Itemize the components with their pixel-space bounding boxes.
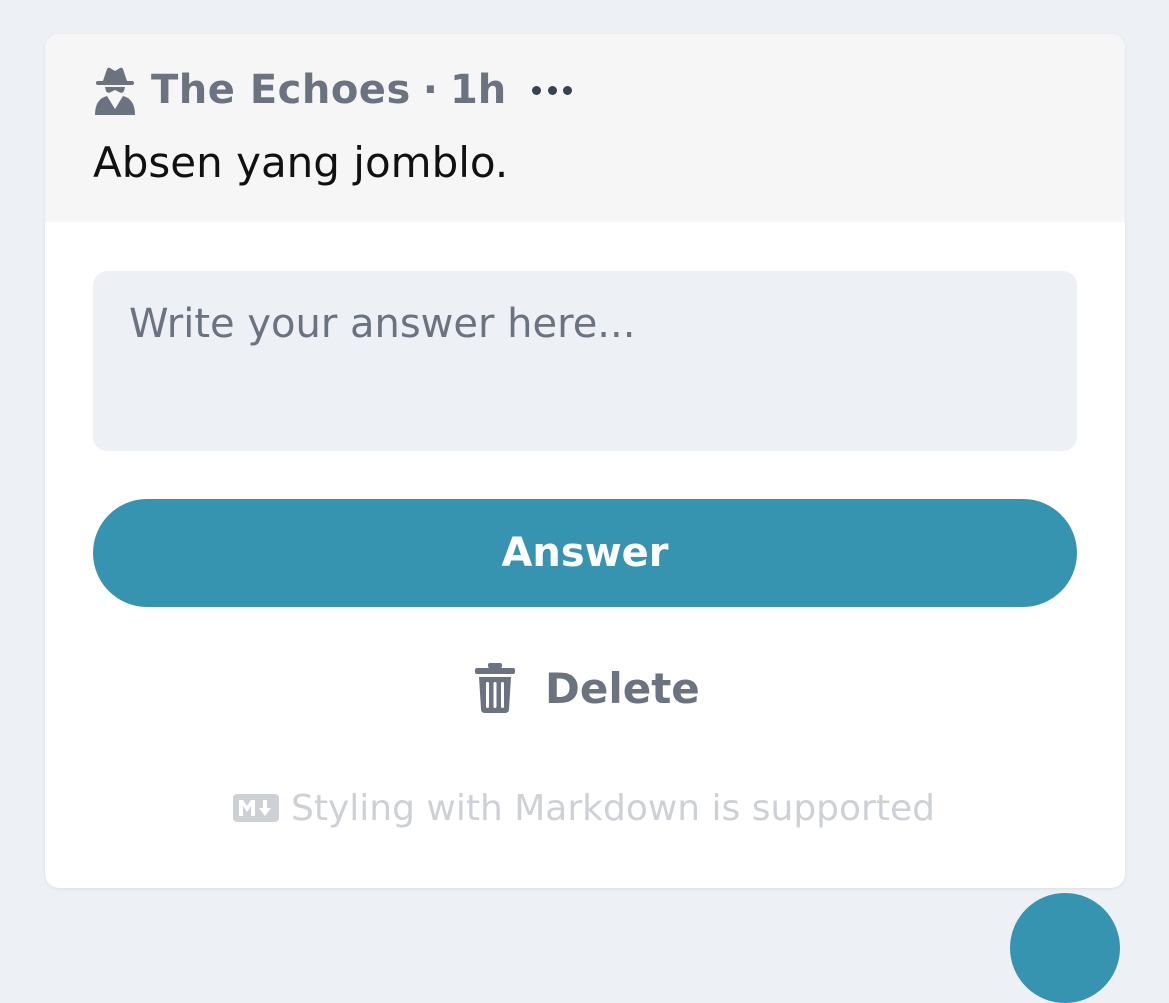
dot: [563, 85, 573, 95]
meta-separator: ·: [422, 67, 438, 113]
post-author[interactable]: The Echoes: [151, 67, 411, 113]
dot: [532, 85, 542, 95]
post-meta: The Echoes · 1h: [93, 62, 573, 118]
markdown-icon: [233, 794, 279, 822]
answer-button[interactable]: Answer: [93, 499, 1077, 607]
card-header: The Echoes · 1h Absen yang jomblo.: [45, 34, 1125, 222]
more-horizontal-icon[interactable]: [532, 80, 573, 100]
delete-label: Delete: [545, 663, 700, 713]
post-time: 1h: [449, 67, 507, 113]
markdown-note-text: Styling with Markdown is supported: [291, 787, 935, 829]
delete-button[interactable]: Delete: [475, 656, 700, 720]
markdown-note: Styling with Markdown is supported: [233, 786, 935, 830]
question-text: Absen yang jomblo.: [93, 138, 509, 187]
question-card: The Echoes · 1h Absen yang jomblo. Answe…: [45, 34, 1125, 888]
trash-icon: [475, 663, 515, 713]
answer-input[interactable]: [93, 271, 1077, 451]
spy-icon: [93, 65, 137, 115]
floating-action-button[interactable]: [1010, 893, 1120, 1003]
dot: [547, 85, 557, 95]
